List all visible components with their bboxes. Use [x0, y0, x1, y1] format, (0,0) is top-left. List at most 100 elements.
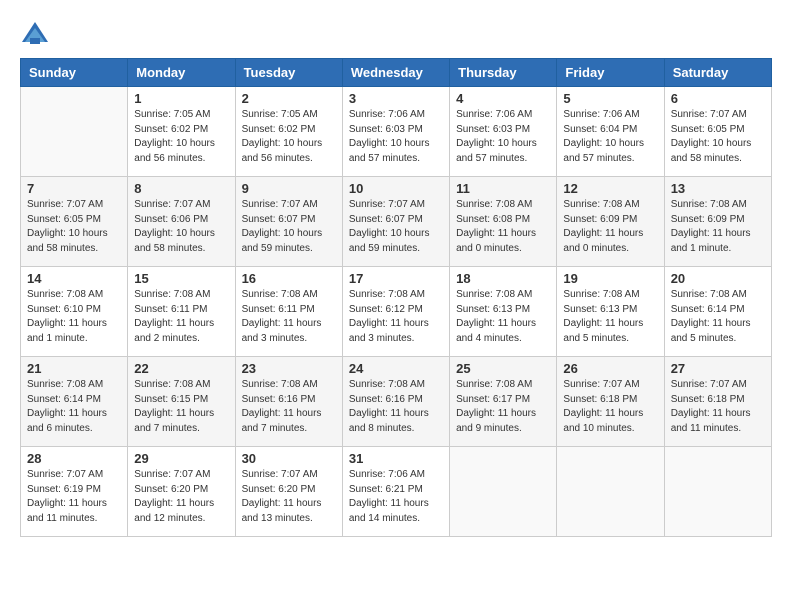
calendar-cell: 10Sunrise: 7:07 AM Sunset: 6:07 PM Dayli…: [342, 177, 449, 267]
day-number: 30: [242, 451, 336, 466]
day-number: 19: [563, 271, 657, 286]
day-info: Sunrise: 7:05 AM Sunset: 6:02 PM Dayligh…: [134, 108, 228, 166]
day-info: Sunrise: 7:08 AM Sunset: 6:14 PM Dayligh…: [671, 288, 765, 346]
calendar-cell: [557, 447, 664, 537]
calendar-cell: 7 Sunrise: 7:07 AM Sunset: 6:05 PM Daylig…: [21, 177, 128, 267]
day-number: 27: [671, 361, 765, 376]
calendar-cell: 17 Sunrise: 7:08 AM Sunset: 6:12 PM Dayli…: [342, 267, 449, 357]
day-number: 8: [134, 181, 228, 196]
calendar-cell: 13Sunrise: 7:08 AM Sunset: 6:09 PM Dayli…: [664, 177, 771, 267]
week-row-4: 21 Sunrise: 7:08 AM Sunset: 6:14 PM Dayli…: [21, 357, 772, 447]
day-number: 18: [456, 271, 550, 286]
day-number: 7: [27, 181, 121, 196]
calendar-cell: 29 Sunrise: 7:07 AM Sunset: 6:20 PM Dayli…: [128, 447, 235, 537]
day-info: Sunrise: 7:08 AM Sunset: 6:16 PM Dayligh…: [242, 378, 336, 436]
calendar-cell: 22Sunrise: 7:08 AM Sunset: 6:15 PM Dayli…: [128, 357, 235, 447]
day-number: 14: [27, 271, 121, 286]
calendar-cell: 24 Sunrise: 7:08 AM Sunset: 6:16 PM Dayli…: [342, 357, 449, 447]
day-number: 3: [349, 91, 443, 106]
day-number: 2: [242, 91, 336, 106]
weekday-header-row: SundayMondayTuesdayWednesdayThursdayFrid…: [21, 59, 772, 87]
calendar-cell: 18 Sunrise: 7:08 AM Sunset: 6:13 PM Dayli…: [450, 267, 557, 357]
calendar-cell: 16 Sunrise: 7:08 AM Sunset: 6:11 PM Dayli…: [235, 267, 342, 357]
day-number: 17: [349, 271, 443, 286]
weekday-header-monday: Monday: [128, 59, 235, 87]
day-info: Sunrise: 7:07 AM Sunset: 6:18 PM Dayligh…: [563, 378, 657, 436]
day-number: 20: [671, 271, 765, 286]
day-info: Sunrise: 7:07 AM Sunset: 6:20 PM Dayligh…: [134, 468, 228, 526]
day-number: 24: [349, 361, 443, 376]
day-number: 9: [242, 181, 336, 196]
calendar-cell: 21 Sunrise: 7:08 AM Sunset: 6:14 PM Dayli…: [21, 357, 128, 447]
day-number: 31: [349, 451, 443, 466]
calendar-cell: [450, 447, 557, 537]
day-number: 16: [242, 271, 336, 286]
day-number: 26: [563, 361, 657, 376]
day-info: Sunrise: 7:08 AM Sunset: 6:12 PM Dayligh…: [349, 288, 443, 346]
calendar-cell: 4Sunrise: 7:06 AM Sunset: 6:03 PM Daylig…: [450, 87, 557, 177]
day-number: 21: [27, 361, 121, 376]
week-row-1: 1 Sunrise: 7:05 AM Sunset: 6:02 PM Daylig…: [21, 87, 772, 177]
day-info: Sunrise: 7:07 AM Sunset: 6:07 PM Dayligh…: [242, 198, 336, 256]
day-number: 28: [27, 451, 121, 466]
day-info: Sunrise: 7:07 AM Sunset: 6:05 PM Dayligh…: [671, 108, 765, 166]
calendar-cell: 25Sunrise: 7:08 AM Sunset: 6:17 PM Dayli…: [450, 357, 557, 447]
day-number: 6: [671, 91, 765, 106]
day-info: Sunrise: 7:05 AM Sunset: 6:02 PM Dayligh…: [242, 108, 336, 166]
calendar-cell: 26 Sunrise: 7:07 AM Sunset: 6:18 PM Dayli…: [557, 357, 664, 447]
calendar-cell: 31 Sunrise: 7:06 AM Sunset: 6:21 PM Dayli…: [342, 447, 449, 537]
day-info: Sunrise: 7:08 AM Sunset: 6:10 PM Dayligh…: [27, 288, 121, 346]
day-info: Sunrise: 7:08 AM Sunset: 6:13 PM Dayligh…: [456, 288, 550, 346]
calendar-cell: 5 Sunrise: 7:06 AM Sunset: 6:04 PM Daylig…: [557, 87, 664, 177]
calendar-cell: 14 Sunrise: 7:08 AM Sunset: 6:10 PM Dayli…: [21, 267, 128, 357]
day-info: Sunrise: 7:08 AM Sunset: 6:13 PM Dayligh…: [563, 288, 657, 346]
calendar-cell: 1 Sunrise: 7:05 AM Sunset: 6:02 PM Daylig…: [128, 87, 235, 177]
day-info: Sunrise: 7:06 AM Sunset: 6:21 PM Dayligh…: [349, 468, 443, 526]
day-info: Sunrise: 7:08 AM Sunset: 6:17 PM Dayligh…: [456, 378, 550, 436]
weekday-header-friday: Friday: [557, 59, 664, 87]
calendar-cell: 9 Sunrise: 7:07 AM Sunset: 6:07 PM Daylig…: [235, 177, 342, 267]
day-info: Sunrise: 7:07 AM Sunset: 6:05 PM Dayligh…: [27, 198, 121, 256]
weekday-header-tuesday: Tuesday: [235, 59, 342, 87]
day-number: 11: [456, 181, 550, 196]
day-number: 15: [134, 271, 228, 286]
day-info: Sunrise: 7:08 AM Sunset: 6:14 PM Dayligh…: [27, 378, 121, 436]
day-info: Sunrise: 7:08 AM Sunset: 6:15 PM Dayligh…: [134, 378, 228, 436]
day-info: Sunrise: 7:08 AM Sunset: 6:11 PM Dayligh…: [242, 288, 336, 346]
day-info: Sunrise: 7:07 AM Sunset: 6:07 PM Dayligh…: [349, 198, 443, 256]
calendar-cell: 15 Sunrise: 7:08 AM Sunset: 6:11 PM Dayli…: [128, 267, 235, 357]
calendar-cell: 8 Sunrise: 7:07 AM Sunset: 6:06 PM Daylig…: [128, 177, 235, 267]
calendar: SundayMondayTuesdayWednesdayThursdayFrid…: [20, 58, 772, 537]
day-info: Sunrise: 7:08 AM Sunset: 6:11 PM Dayligh…: [134, 288, 228, 346]
day-number: 4: [456, 91, 550, 106]
calendar-cell: 20 Sunrise: 7:08 AM Sunset: 6:14 PM Dayli…: [664, 267, 771, 357]
day-number: 29: [134, 451, 228, 466]
day-info: Sunrise: 7:07 AM Sunset: 6:18 PM Dayligh…: [671, 378, 765, 436]
day-info: Sunrise: 7:07 AM Sunset: 6:19 PM Dayligh…: [27, 468, 121, 526]
day-number: 1: [134, 91, 228, 106]
day-number: 13: [671, 181, 765, 196]
calendar-cell: 28 Sunrise: 7:07 AM Sunset: 6:19 PM Dayli…: [21, 447, 128, 537]
day-number: 23: [242, 361, 336, 376]
day-info: Sunrise: 7:07 AM Sunset: 6:20 PM Dayligh…: [242, 468, 336, 526]
day-info: Sunrise: 7:07 AM Sunset: 6:06 PM Dayligh…: [134, 198, 228, 256]
day-number: 12: [563, 181, 657, 196]
calendar-cell: [664, 447, 771, 537]
calendar-cell: 30 Sunrise: 7:07 AM Sunset: 6:20 PM Dayli…: [235, 447, 342, 537]
day-info: Sunrise: 7:08 AM Sunset: 6:08 PM Dayligh…: [456, 198, 550, 256]
week-row-2: 7 Sunrise: 7:07 AM Sunset: 6:05 PM Daylig…: [21, 177, 772, 267]
logo-icon: [20, 20, 50, 48]
day-number: 5: [563, 91, 657, 106]
calendar-cell: [21, 87, 128, 177]
weekday-header-saturday: Saturday: [664, 59, 771, 87]
day-info: Sunrise: 7:06 AM Sunset: 6:03 PM Dayligh…: [349, 108, 443, 166]
calendar-cell: 27 Sunrise: 7:07 AM Sunset: 6:18 PM Dayli…: [664, 357, 771, 447]
calendar-cell: 2 Sunrise: 7:05 AM Sunset: 6:02 PM Daylig…: [235, 87, 342, 177]
header: [20, 20, 772, 48]
day-info: Sunrise: 7:06 AM Sunset: 6:04 PM Dayligh…: [563, 108, 657, 166]
day-info: Sunrise: 7:08 AM Sunset: 6:16 PM Dayligh…: [349, 378, 443, 436]
logo: [20, 20, 54, 48]
calendar-cell: 19 Sunrise: 7:08 AM Sunset: 6:13 PM Dayli…: [557, 267, 664, 357]
calendar-cell: 12Sunrise: 7:08 AM Sunset: 6:09 PM Dayli…: [557, 177, 664, 267]
week-row-5: 28 Sunrise: 7:07 AM Sunset: 6:19 PM Dayli…: [21, 447, 772, 537]
